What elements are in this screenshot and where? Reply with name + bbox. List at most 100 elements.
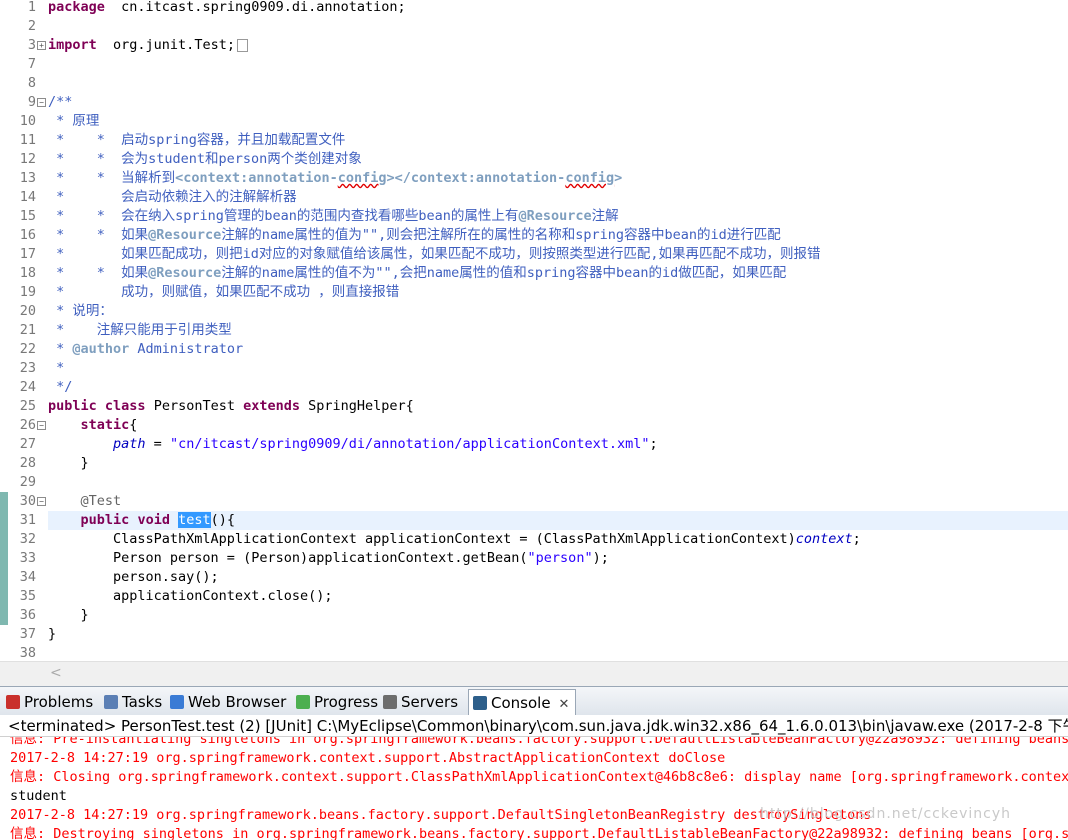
code-token: 注解 (591, 208, 619, 224)
code-token: * * 会在纳入spring管理的bean的范围内查找看哪些bean的属性上有 (48, 208, 519, 224)
line-number: 9 (27, 94, 36, 110)
code-line[interactable]: person.say(); (48, 568, 219, 587)
tab-servers[interactable]: Servers (383, 691, 458, 713)
collapse-fold-icon[interactable]: − (37, 497, 46, 506)
line-number: 8 (27, 75, 36, 91)
code-line[interactable]: } (48, 625, 56, 644)
code-line[interactable]: * 成功，则赋值，如果匹配不成功 ，则直接报错 (48, 283, 399, 302)
code-line[interactable]: import org.junit.Test; (48, 36, 248, 55)
problems-icon (6, 695, 20, 709)
code-line[interactable]: * * 当解析到<context:annotation-config></con… (48, 169, 622, 188)
code-token: @Test (80, 493, 122, 509)
code-line[interactable]: package cn.itcast.spring0909.di.annotati… (48, 0, 406, 17)
tab-web-browser[interactable]: Web Browser (170, 691, 286, 713)
code-line[interactable]: * * 如果@Resource注解的name属性的值为"",则会把注解所在的属性… (48, 226, 781, 245)
line-number: 30 (19, 493, 36, 509)
line-number: 34 (19, 569, 36, 585)
code-line[interactable]: */ (48, 378, 72, 397)
console-line: 信息: Destroying singletons in org.springf… (10, 826, 1068, 840)
code-line[interactable]: * 原理 (48, 112, 99, 131)
code-token: public (48, 398, 97, 414)
code-line[interactable]: * 说明： (48, 302, 113, 321)
close-icon[interactable]: ✕ (559, 697, 570, 712)
code-line[interactable]: * 如果匹配成功，则把id对应的对象赋值给该属性，如果匹配不成功，则按照类型进行… (48, 245, 821, 264)
code-line[interactable]: } (48, 454, 89, 473)
line-number: 20 (19, 303, 36, 319)
expand-fold-icon[interactable]: + (37, 41, 46, 50)
code-line[interactable]: * 会启动依赖注入的注解解析器 (48, 188, 297, 207)
line-number: 12 (19, 151, 36, 167)
code-token: cn.itcast.spring0909.di.annotation; (104, 0, 406, 15)
code-token: ; (852, 531, 861, 547)
line-number: 21 (19, 322, 36, 338)
horizontal-scrollbar[interactable]: < (0, 661, 1068, 686)
code-line[interactable]: * * 会在纳入spring管理的bean的范围内查找看哪些bean的属性上有@… (48, 207, 619, 226)
code-token: class (104, 398, 146, 414)
spelling-warning-text: config (565, 170, 615, 186)
line-number: 19 (19, 284, 36, 300)
change-marker (0, 587, 8, 606)
line-number: 28 (19, 455, 36, 471)
console-line: 信息: Pre-instantiating singletons in org.… (10, 737, 1068, 747)
console-line: 信息: Closing org.springframework.context.… (10, 769, 1068, 785)
line-number: 1 (27, 0, 36, 15)
line-number: 16 (19, 227, 36, 243)
tasks-icon (104, 695, 118, 709)
tab-progress[interactable]: Progress (296, 691, 378, 713)
tab-label: Console (491, 694, 551, 712)
code-token: context (795, 531, 853, 547)
watermark-text: http://blog.csdn.net/cckevincyh (760, 806, 1011, 822)
collapse-fold-icon[interactable]: − (37, 98, 46, 107)
console-line: student (10, 788, 67, 804)
code-token: "cn/itcast/spring0909/di/annotation/appl… (169, 436, 650, 452)
code-token: * * 如果 (48, 265, 149, 281)
code-line[interactable]: * (48, 359, 64, 378)
code-line[interactable]: @Test (48, 492, 122, 511)
code-area[interactable]: package cn.itcast.spring0909.di.annotati… (48, 0, 1068, 661)
code-line[interactable]: * 注解只能用于引用类型 (48, 321, 232, 340)
code-token: { (129, 417, 138, 433)
code-token: * (48, 341, 73, 357)
scroll-left-icon[interactable]: < (50, 665, 62, 681)
code-line[interactable]: ClassPathXmlApplicationContext applicati… (48, 530, 861, 549)
tab-console[interactable]: Console ✕ (468, 689, 577, 716)
code-token: * (48, 360, 65, 376)
code-token: > (614, 170, 623, 186)
code-line[interactable]: * * 如果@Resource注解的name属性的值不为"",会把name属性的… (48, 264, 786, 283)
change-marker (0, 606, 8, 625)
line-number: 35 (19, 588, 36, 604)
code-token: } (48, 607, 89, 623)
code-line[interactable]: /** (48, 93, 72, 112)
code-line[interactable]: static{ (48, 416, 138, 435)
tab-tasks[interactable]: Tasks (104, 691, 162, 713)
code-token: } (48, 455, 89, 471)
code-line[interactable]: } (48, 606, 89, 625)
line-number: 22 (19, 341, 36, 357)
code-line[interactable]: path = "cn/itcast/spring0909/di/annotati… (48, 435, 658, 454)
code-line[interactable]: * @author Administrator (48, 340, 243, 359)
console-output[interactable]: 信息: Pre-instantiating singletons in org.… (0, 737, 1068, 840)
tab-problems[interactable]: Problems (6, 691, 93, 713)
code-line[interactable]: applicationContext.close(); (48, 587, 332, 606)
code-token: "person" (527, 550, 593, 566)
code-line[interactable]: public void test(){ (48, 511, 235, 530)
line-number: 27 (19, 436, 36, 452)
code-token: * 如果匹配成功，则把id对应的对象赋值给该属性，如果匹配不成功，则按照类型进行… (48, 246, 821, 262)
code-token: public (80, 512, 130, 528)
code-token: ); (592, 550, 609, 566)
code-line[interactable]: * * 会为student和person两个类创建对象 (48, 150, 362, 169)
collapse-fold-icon[interactable]: − (37, 421, 46, 430)
code-token: * 原理 (48, 113, 100, 129)
line-number: 3 (27, 37, 36, 53)
code-editor[interactable]: 1 2 3 +7 8 9−10 11 12 13 14 15 16 17 18 19 20 21 22 23 24 25… (0, 0, 1068, 661)
line-number: 33 (19, 550, 36, 566)
line-number: 31 (19, 512, 36, 528)
line-number: 15 (19, 208, 36, 224)
code-line[interactable]: public class PersonTest extends SpringHe… (48, 397, 414, 416)
code-line[interactable]: Person person = (Person)applicationConte… (48, 549, 609, 568)
code-line[interactable]: * * 启动spring容器，并且加载配置文件 (48, 131, 345, 150)
code-token: extends (243, 398, 301, 414)
